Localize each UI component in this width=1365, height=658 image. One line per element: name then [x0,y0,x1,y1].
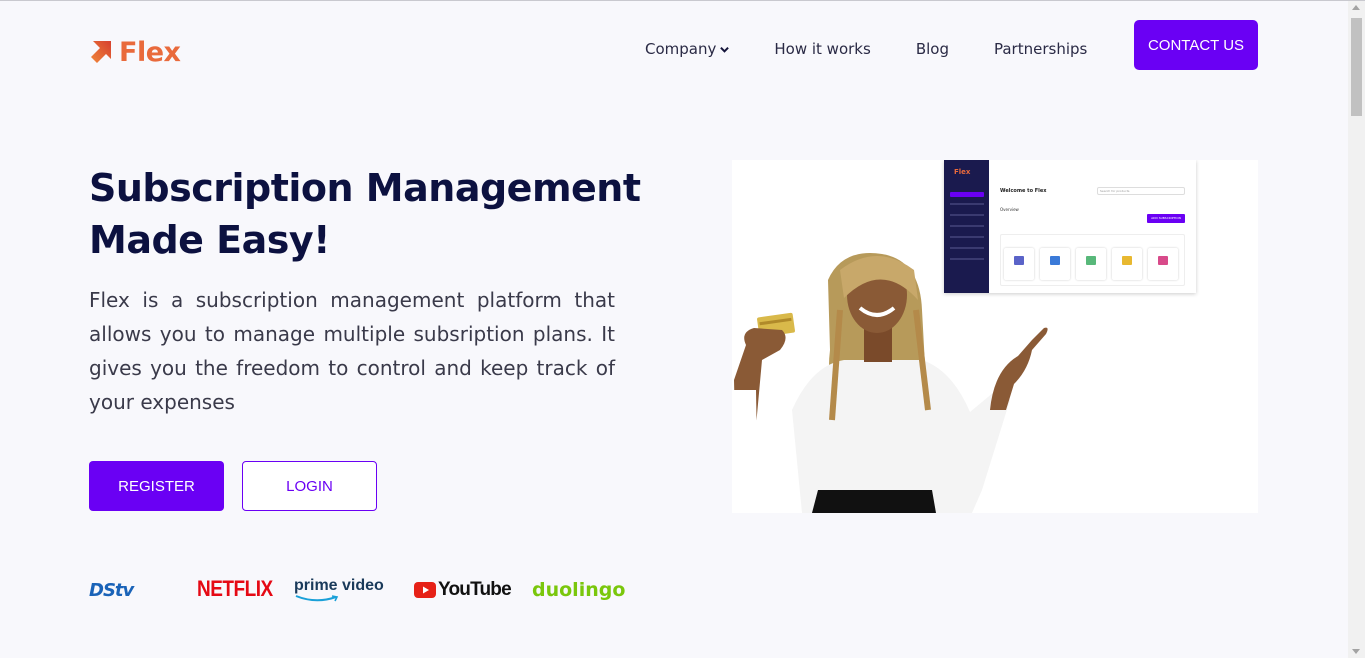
hero-title-line2: Made Easy! [89,218,330,262]
nav-item-company[interactable]: Company [645,40,730,58]
duolingo-logo: duolingo [532,579,626,601]
chevron-down-icon [720,46,730,53]
hero-description: Flex is a subscription management platfo… [89,288,615,414]
woman-with-card-illustration [732,253,1048,513]
nav-item-label: How it works [774,40,871,58]
brand-name: Flex [119,36,181,68]
scroll-up-icon[interactable] [1352,5,1360,10]
brand-logo[interactable]: Flex [89,36,181,68]
youtube-text: YouTube [438,579,512,600]
prime-video-logo: prime video [294,570,384,610]
arrow-logo-icon [91,41,111,63]
login-button[interactable]: LOGIN [242,461,377,511]
prime-smile-icon [295,595,339,602]
main-nav: Company How it works Blog Partnerships [645,38,1087,60]
hero-title-line1: Subscription Management [89,166,641,210]
nav-item-label: Company [645,40,717,58]
hero-image: Flex Welcome to Flex Search for products… [732,160,1258,513]
scrollbar-thumb[interactable] [1351,18,1362,116]
vertical-scrollbar[interactable] [1348,1,1365,658]
netflix-logo: NETFLIX [197,577,273,602]
register-button[interactable]: REGISTER [89,461,224,511]
nav-item-label: Partnerships [993,40,1088,58]
nav-item-partnerships[interactable]: Partnerships [994,40,1087,58]
nav-item-how-it-works[interactable]: How it works [774,40,870,58]
prime-video-text: prime video [294,577,384,594]
scroll-down-icon[interactable] [1352,649,1360,654]
dstv-logo: DStv [89,579,134,601]
hero-title: Subscription Management Made Easy! [89,162,649,266]
window-top-border [0,0,1365,1]
partner-logos: DStv NETFLIX prime video YouTube duoling… [89,570,625,610]
nav-item-label: Blog [915,40,949,58]
youtube-play-icon [414,582,436,598]
contact-us-button[interactable]: CONTACT US [1134,20,1258,70]
nav-item-blog[interactable]: Blog [916,40,949,58]
youtube-logo: YouTube [414,570,512,610]
